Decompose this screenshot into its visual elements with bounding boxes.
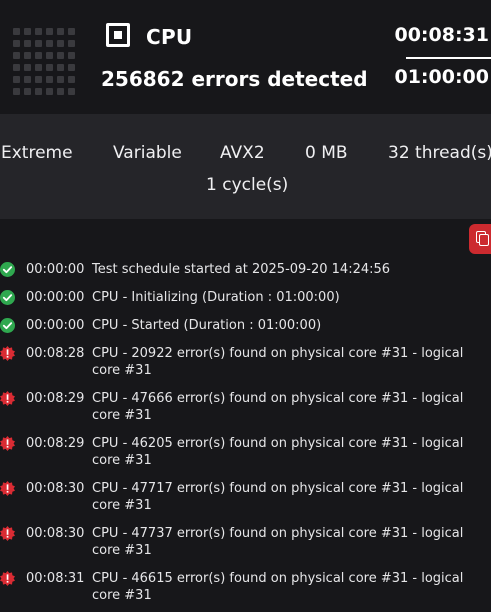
error-badge-icon bbox=[0, 526, 15, 541]
error-count-summary: 256862 errors detected bbox=[101, 67, 368, 91]
log-time: 00:08:29 bbox=[26, 436, 85, 451]
test-header: CPU 256862 errors detected 00:08:31 01:0… bbox=[0, 0, 491, 114]
total-duration: 01:00:00 bbox=[394, 66, 489, 88]
time-divider bbox=[406, 57, 491, 59]
log-time: 00:08:30 bbox=[26, 526, 85, 541]
error-badge-icon bbox=[0, 571, 15, 586]
setting-instruction-set: AVX2 bbox=[220, 143, 265, 163]
check-circle-icon bbox=[0, 262, 15, 277]
test-settings-bar: Extreme Variable AVX2 0 MB 32 thread(s) … bbox=[0, 114, 491, 219]
setting-memory: 0 MB bbox=[305, 143, 348, 163]
log-time: 00:00:00 bbox=[26, 318, 85, 333]
log-message: CPU - 20922 error(s) found on physical c… bbox=[92, 346, 464, 378]
log-time: 00:00:00 bbox=[26, 262, 85, 277]
check-circle-icon bbox=[0, 318, 15, 333]
log-time: 00:08:31 bbox=[26, 571, 85, 586]
log-message: CPU - 47737 error(s) found on physical c… bbox=[92, 526, 464, 558]
error-badge-icon bbox=[0, 481, 15, 496]
log-message: CPU - 46205 error(s) found on physical c… bbox=[92, 436, 464, 468]
copy-icon-front bbox=[479, 234, 489, 246]
cpu-chip-icon bbox=[106, 23, 130, 47]
log-message: CPU - Started (Duration : 01:00:00) bbox=[92, 318, 322, 333]
log-message: CPU - 46615 error(s) found on physical c… bbox=[92, 571, 464, 603]
log-message: CPU - Initializing (Duration : 01:00:00) bbox=[92, 290, 340, 305]
error-badge-icon bbox=[0, 391, 15, 406]
elapsed-time: 00:08:31 bbox=[394, 24, 489, 46]
grid-logo-icon bbox=[13, 28, 75, 95]
error-badge-icon bbox=[0, 436, 15, 451]
error-badge-icon bbox=[0, 346, 15, 361]
check-circle-icon bbox=[0, 290, 15, 305]
setting-cycles: 1 cycle(s) bbox=[206, 175, 289, 195]
log-message: CPU - 47717 error(s) found on physical c… bbox=[92, 481, 464, 513]
log-message: CPU - 47666 error(s) found on physical c… bbox=[92, 391, 464, 423]
setting-threads: 32 thread(s) bbox=[388, 143, 491, 163]
test-title: CPU bbox=[146, 25, 193, 49]
copy-log-button[interactable] bbox=[469, 224, 491, 254]
log-time: 00:00:00 bbox=[26, 290, 85, 305]
log-time: 00:08:29 bbox=[26, 391, 85, 406]
setting-mode: Extreme bbox=[1, 143, 73, 163]
log-message: Test schedule started at 2025-09-20 14:2… bbox=[92, 262, 391, 277]
log-time: 00:08:28 bbox=[26, 346, 85, 361]
log-time: 00:08:30 bbox=[26, 481, 85, 496]
setting-load: Variable bbox=[113, 143, 182, 163]
